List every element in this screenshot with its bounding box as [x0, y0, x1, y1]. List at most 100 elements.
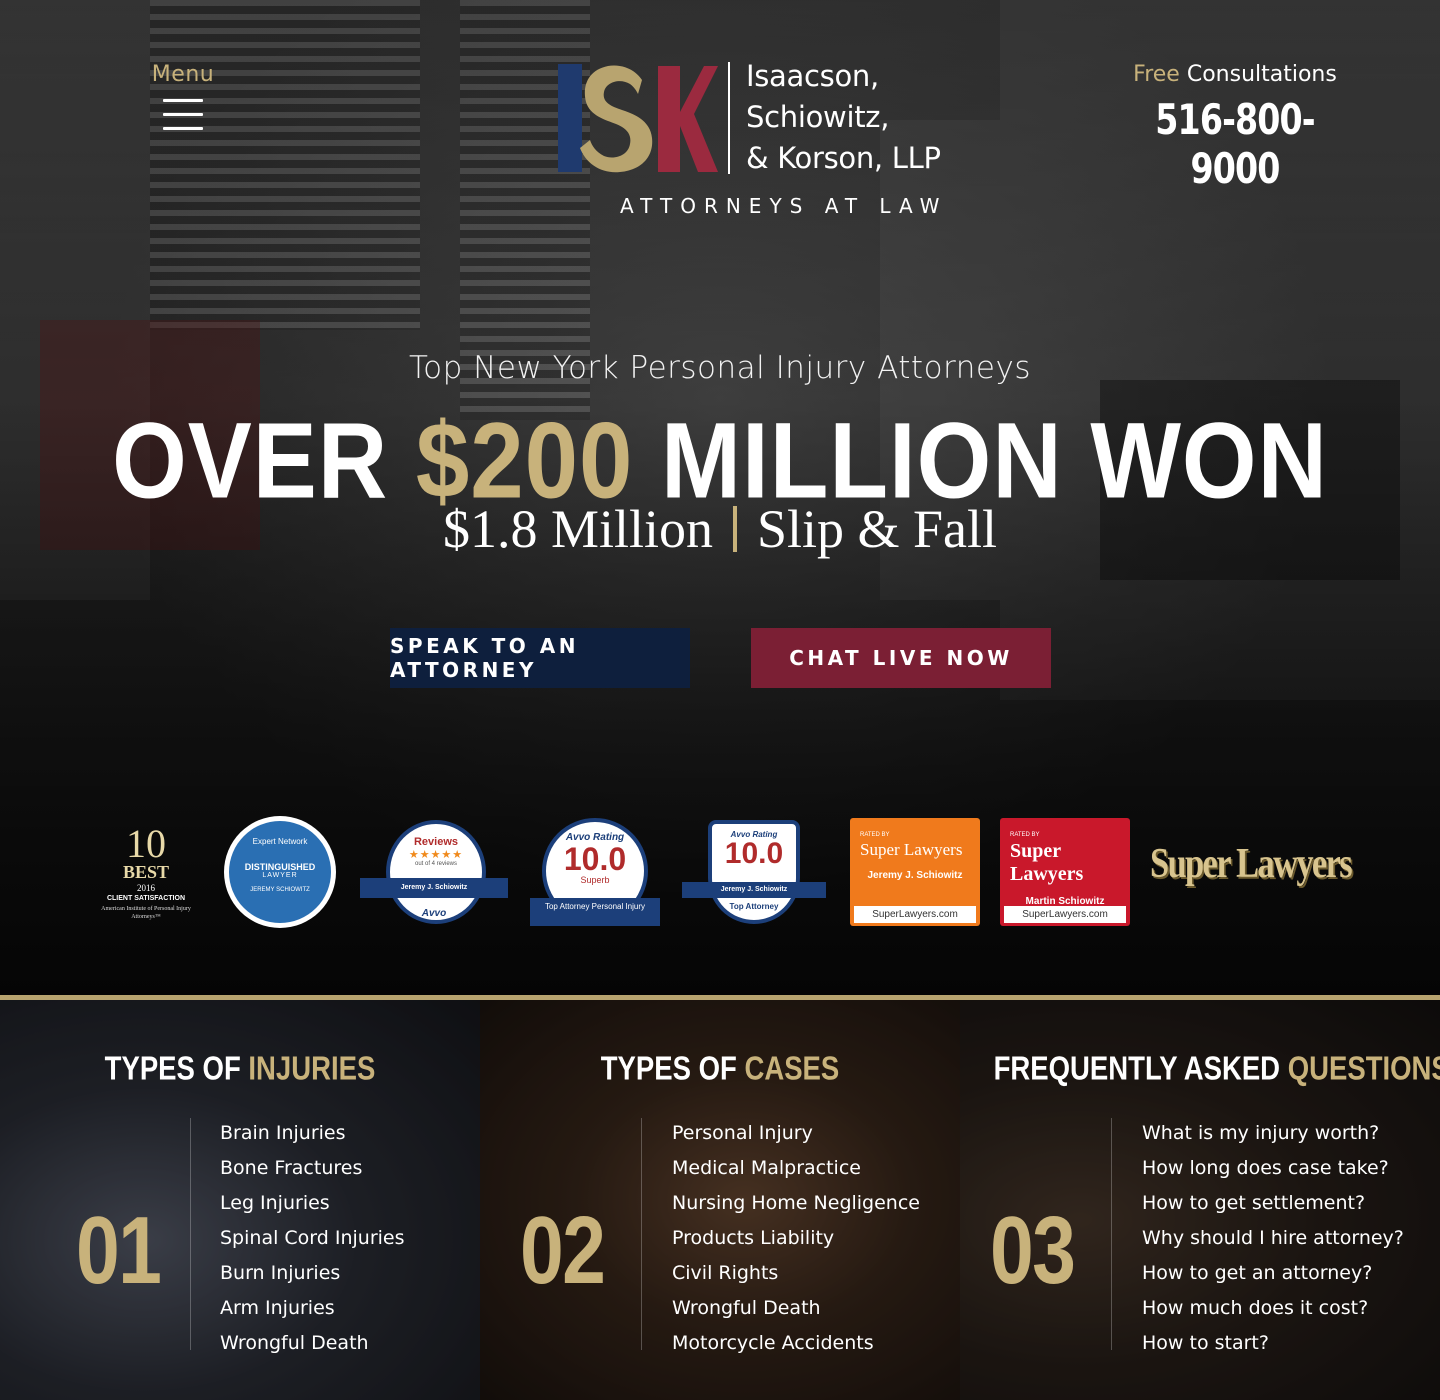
- list-item[interactable]: Civil Rights: [672, 1256, 920, 1291]
- injury-list: Brain Injuries Bone Fractures Leg Injuri…: [220, 1116, 405, 1361]
- card-rule: [641, 1118, 642, 1350]
- list-item[interactable]: Burn Injuries: [220, 1256, 405, 1291]
- card-number: 02: [520, 1197, 606, 1304]
- card-title-pre: TYPES OF: [104, 1049, 241, 1087]
- list-item[interactable]: Spinal Cord Injuries: [220, 1221, 405, 1256]
- firm-name-line: Schiowitz,: [746, 100, 890, 134]
- super-lawyers-badge[interactable]: RATED BY Super Lawyers Martin Schiowitz …: [1000, 818, 1130, 926]
- menu-button[interactable]: Menu: [150, 62, 216, 141]
- card-rule: [1111, 1118, 1112, 1350]
- badge-name: JEREMY SCHIOWITZ: [250, 887, 310, 893]
- card-number: 03: [990, 1197, 1076, 1304]
- badge-rated-by: RATED BY: [860, 832, 890, 838]
- firm-name-line: & Korson, LLP: [746, 141, 941, 175]
- badge-title: Super Lawyers: [1010, 840, 1084, 885]
- award-badges: 10 BEST 2016 CLIENT SATISFACTION America…: [0, 810, 1440, 940]
- firm-name: Isaacson, Schiowitz, & Korson, LLP: [746, 56, 941, 179]
- list-item[interactable]: Why should I hire attorney?: [1142, 1221, 1404, 1256]
- badge-year: 2016: [137, 883, 155, 893]
- badge-count: out of 4 reviews: [414, 861, 458, 867]
- free-consultation-block: Free Consultations 516-800-9000: [1100, 62, 1370, 193]
- faq-list: What is my injury worth? How long does c…: [1142, 1116, 1404, 1361]
- badge-name: Jeremy J. Schiowitz: [867, 870, 963, 881]
- card-injuries: TYPES OF INJURIES 01 Brain Injuries Bone…: [0, 1000, 480, 1400]
- hero-subtitle: Top New York Personal Injury Attorneys: [409, 350, 1031, 386]
- consultation-word: Consultations: [1186, 62, 1337, 87]
- aipia-10-best-badge[interactable]: 10 BEST 2016 CLIENT SATISFACTION America…: [98, 818, 194, 930]
- list-item[interactable]: How long does case take?: [1142, 1151, 1404, 1186]
- list-item[interactable]: How to start?: [1142, 1326, 1404, 1361]
- card-faq: FREQUENTLY ASKED QUESTIONS 03 What is my…: [960, 1000, 1440, 1400]
- badge-network-label: Expert Network: [252, 837, 308, 846]
- badge-grade: Superb: [580, 875, 610, 885]
- badge-ribbon: Top Attorney Personal Injury: [530, 898, 660, 926]
- card-title-highlight: INJURIES: [248, 1049, 376, 1087]
- card-cases: TYPES OF CASES 02 Personal Injury Medica…: [480, 1000, 960, 1400]
- speak-to-attorney-button[interactable]: SPEAK TO AN ATTORNEY: [390, 628, 690, 688]
- badge-number: 10: [126, 821, 166, 866]
- card-rule: [190, 1118, 191, 1350]
- list-item[interactable]: Leg Injuries: [220, 1186, 405, 1221]
- card-title[interactable]: FREQUENTLY ASKED QUESTIONS: [993, 1049, 1440, 1088]
- super-lawyers-badge[interactable]: RATED BY Super Lawyers Jeremy J. Schiowi…: [850, 818, 980, 926]
- badge-title: Reviews: [413, 836, 459, 848]
- badge-label: CLIENT SATISFACTION: [106, 895, 186, 902]
- list-item[interactable]: What is my injury worth?: [1142, 1116, 1404, 1151]
- list-item[interactable]: Wrongful Death: [672, 1291, 920, 1326]
- super-lawyers-logo[interactable]: Super Lawyers: [1150, 840, 1353, 888]
- avvo-rating-badge[interactable]: Avvo Rating 10.0 Superb Top Attorney Per…: [530, 818, 660, 930]
- list-item[interactable]: Personal Injury: [672, 1116, 920, 1151]
- list-item[interactable]: Motorcycle Accidents: [672, 1326, 920, 1361]
- list-item[interactable]: How to get settlement?: [1142, 1186, 1404, 1221]
- badge-site: SuperLawyers.com: [854, 906, 976, 923]
- consultation-label: Free Consultations: [1100, 62, 1370, 87]
- card-title-pre: TYPES OF: [600, 1049, 737, 1087]
- practice-cards: TYPES OF INJURIES 01 Brain Injuries Bone…: [0, 1000, 1440, 1400]
- card-title[interactable]: TYPES OF INJURIES: [34, 1049, 447, 1088]
- expert-network-badge[interactable]: Expert Network DISTINGUISHED LAWYER JERE…: [224, 816, 336, 928]
- firm-tagline: ATTORNEYS AT LAW: [620, 194, 948, 218]
- avvo-reviews-badge[interactable]: Reviews ★★★★★ out of 4 reviews Jeremy J.…: [360, 820, 508, 930]
- badge-site: SuperLawyers.com: [1004, 906, 1126, 923]
- list-item[interactable]: Nursing Home Negligence: [672, 1186, 920, 1221]
- avvo-top-attorney-badge[interactable]: Avvo Rating 10.0 Jeremy J. Schiowitz Top…: [682, 820, 826, 926]
- badge-rated-by: RATED BY: [1010, 832, 1040, 838]
- list-item[interactable]: Bone Fractures: [220, 1151, 405, 1186]
- stars-icon: ★★★★★: [408, 849, 464, 861]
- list-item[interactable]: Brain Injuries: [220, 1116, 405, 1151]
- badge-brand: Avvo: [421, 908, 447, 919]
- list-item[interactable]: How much does it cost?: [1142, 1291, 1404, 1326]
- menu-label: Menu: [151, 62, 215, 87]
- hamburger-icon: [163, 99, 203, 130]
- consultation-free-word: Free: [1133, 62, 1180, 87]
- list-item[interactable]: How to get an attorney?: [1142, 1256, 1404, 1291]
- badge-title: Super Lawyers: [860, 840, 963, 859]
- badge-subtitle: LAWYER: [262, 872, 298, 879]
- card-title-highlight: QUESTIONS: [1287, 1049, 1440, 1087]
- phone-link[interactable]: 516-800-9000: [1116, 95, 1354, 193]
- case-result-divider: [732, 505, 737, 552]
- badge-ribbon: Top Attorney: [729, 902, 779, 911]
- chat-live-button[interactable]: CHAT LIVE NOW: [751, 628, 1051, 688]
- card-title-highlight: CASES: [744, 1049, 840, 1087]
- badge-title: DISTINGUISHED: [244, 862, 316, 872]
- card-title-pre: FREQUENTLY ASKED: [993, 1049, 1281, 1087]
- list-item[interactable]: Products Liability: [672, 1221, 920, 1256]
- card-title[interactable]: TYPES OF CASES: [514, 1049, 927, 1088]
- list-item[interactable]: Wrongful Death: [220, 1326, 405, 1361]
- case-result-amount: $1.8 Million: [442, 499, 713, 559]
- badge-value: 10.0: [724, 837, 784, 870]
- badge-name: Jeremy J. Schiowitz: [682, 882, 826, 898]
- case-type-list: Personal Injury Medical Malpractice Nurs…: [672, 1116, 920, 1361]
- card-number: 01: [76, 1197, 162, 1304]
- list-item[interactable]: Arm Injuries: [220, 1291, 405, 1326]
- badge-best: BEST: [122, 862, 170, 882]
- list-item[interactable]: Medical Malpractice: [672, 1151, 920, 1186]
- firm-logo[interactable]: Isaacson, Schiowitz, & Korson, LLP ATTOR…: [558, 59, 948, 220]
- badge-name: Jeremy J. Schiowitz: [360, 878, 508, 898]
- badge-org: American Institute of Personal Injury At…: [101, 906, 191, 920]
- firm-name-line: Isaacson,: [746, 59, 879, 93]
- hero-case-result: $1.8 Million Slip & Fall: [0, 498, 1440, 560]
- isk-monogram-icon: [558, 64, 718, 173]
- hero-section: Menu Isaacson, Schiowitz, & Korson, LLP …: [0, 0, 1440, 995]
